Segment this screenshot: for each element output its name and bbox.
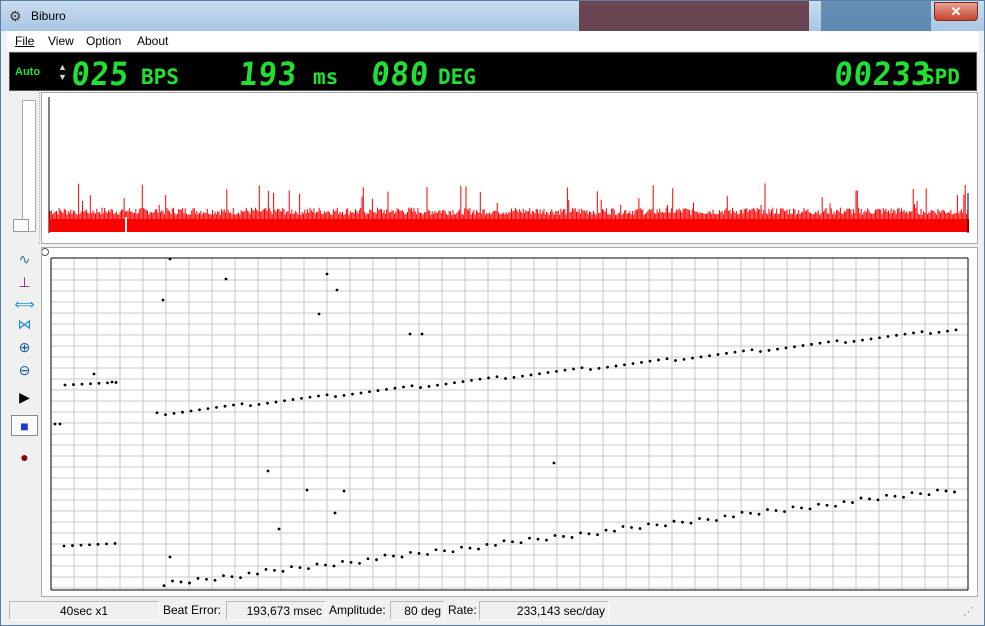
timegrapher-svg <box>42 248 969 591</box>
amplitude-unit: DEG <box>438 65 476 89</box>
title-bar[interactable]: ⚙ Biburo ✕ <box>1 1 984 31</box>
record-button[interactable]: ● <box>11 446 38 467</box>
status-rate-value: 233,143 sec/day <box>479 601 609 620</box>
input-level-slider[interactable] <box>13 219 29 232</box>
status-bar: 40sec x1 Beat Error: 193,673 msec Amplit… <box>7 600 979 621</box>
zoom-in-icon: ⊕ <box>18 339 31 355</box>
menu-bar: File View Option About <box>7 31 979 51</box>
plot-origin-marker <box>42 248 49 256</box>
waveform-svg <box>48 97 969 234</box>
scale-button[interactable]: ⊥ <box>11 272 38 293</box>
beat-unit: ms <box>313 65 339 89</box>
bph-readout: 025 <box>69 55 132 93</box>
amplitude-readout: 080 <box>369 55 432 93</box>
tool-bar: ∿ ⊥ ⟺ ⋈ ⊕ ⊖ ▶ ■ ● <box>9 245 40 597</box>
sine-wave-icon: ∿ <box>18 251 31 267</box>
record-icon: ● <box>20 448 29 465</box>
input-level-meter <box>22 100 36 232</box>
play-icon: ▶ <box>19 389 30 405</box>
menu-option[interactable]: Option <box>86 34 121 48</box>
status-amplitude-value: 80 deg <box>390 601 445 620</box>
timegrapher-plot <box>41 247 978 597</box>
stop-button[interactable]: ■ <box>11 415 38 436</box>
mode-label[interactable]: Auto <box>15 66 40 78</box>
rate-readout: 00233 <box>832 55 933 93</box>
resize-grip-icon[interactable]: ⋰ <box>963 605 977 619</box>
lcd-display: Auto ▲ ▼ 025 BPS 193 ms 080 DEG 00233 SPD <box>9 52 977 93</box>
waveform-panel <box>41 92 978 244</box>
zoom-out-icon: ⊖ <box>18 362 31 378</box>
rate-unit: SPD <box>922 65 960 89</box>
status-rate-label: Rate: <box>448 603 477 617</box>
app-icon: ⚙ <box>9 8 22 24</box>
zoom-in-button[interactable]: ⊕ <box>11 337 38 358</box>
zoom-out-button[interactable]: ⊖ <box>11 360 38 381</box>
status-beat-error-label: Beat Error: <box>163 603 222 617</box>
window-title: Biburo <box>31 9 66 23</box>
menu-view[interactable]: View <box>48 34 74 48</box>
bph-unit: BPS <box>141 65 179 89</box>
status-amplitude-label: Amplitude: <box>329 603 386 617</box>
close-button[interactable]: ✕ <box>934 2 978 21</box>
menu-about[interactable]: About <box>137 34 168 48</box>
waveform-baseline <box>49 219 969 232</box>
background-window-strip <box>579 1 809 31</box>
mode-spinner-icon[interactable]: ▲ ▼ <box>58 62 67 82</box>
compress-button[interactable]: ⋈ <box>11 314 38 335</box>
stop-icon: ■ <box>20 417 29 434</box>
plot-grid <box>50 257 968 590</box>
app-window: ⚙ Biburo ✕ File View Option About Auto ▲… <box>0 0 985 626</box>
background-window-strip-2 <box>821 1 931 31</box>
status-timebase: 40sec x1 <box>9 601 159 620</box>
play-button[interactable]: ▶ <box>11 387 38 408</box>
menu-file[interactable]: File <box>15 34 34 48</box>
expand-horizontal-button[interactable]: ⟺ <box>11 294 38 315</box>
status-beat-error-value: 193,673 msec <box>226 601 326 620</box>
compress-icon: ⋈ <box>17 316 32 332</box>
waveform-trace <box>49 183 969 219</box>
beat-readout: 193 <box>237 55 300 93</box>
expand-horizontal-icon: ⟺ <box>14 296 35 312</box>
scale-icon: ⊥ <box>18 274 31 290</box>
sine-wave-button[interactable]: ∿ <box>11 249 38 270</box>
